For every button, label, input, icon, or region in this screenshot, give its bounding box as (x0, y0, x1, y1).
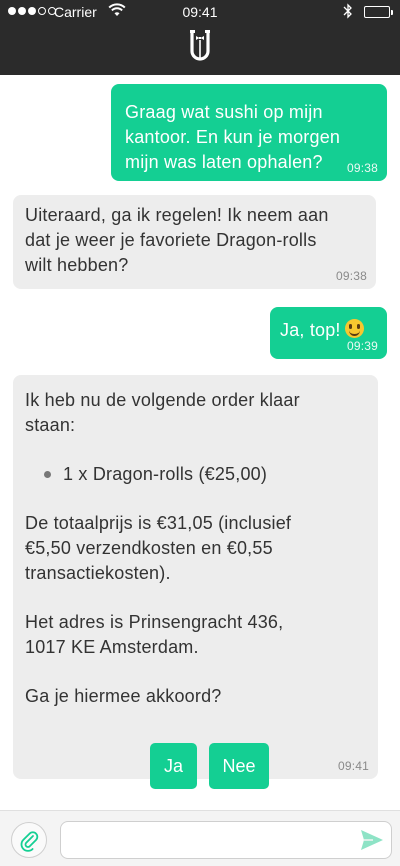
order-question: Ga je hiermee akkoord? (25, 686, 222, 706)
message-text: Graag wat sushi op mijn kantoor. En kun … (125, 102, 341, 172)
status-bar: Carrier 09:41 (0, 0, 400, 24)
bluetooth-icon (343, 3, 352, 19)
order-item: 1 x Dragon-rolls (€25,00) (25, 462, 366, 487)
message-bubble-assistant: Uiteraard, ga ik regelen! Ik neem aan da… (13, 195, 376, 289)
message-text: Ja, top! (280, 320, 341, 340)
order-summary-bubble: Ik heb nu de volgende order klaar staan:… (13, 375, 378, 779)
status-time: 09:41 (182, 4, 218, 20)
message-bubble-user: Graag wat sushi op mijn kantoor. En kun … (111, 84, 387, 181)
quick-reply-no-button[interactable]: Nee (209, 743, 269, 789)
message-composer (0, 810, 400, 866)
quick-reply-yes-button[interactable]: Ja (150, 743, 197, 789)
paperclip-icon (20, 831, 39, 852)
bullet-icon (44, 471, 51, 478)
order-total: De totaalprijs is €31,05 (inclusief €5,5… (25, 513, 292, 583)
battery-icon (364, 6, 393, 18)
message-timestamp: 09:38 (335, 269, 367, 283)
message-timestamp: 09:41 (337, 759, 369, 773)
smiley-emoji-icon (344, 319, 364, 338)
order-item-text: 1 x Dragon-rolls (€25,00) (63, 464, 268, 484)
message-timestamp: 09:39 (346, 339, 378, 353)
order-address: Het adres is Prinsengracht 436, 1017 KE … (25, 612, 284, 657)
order-intro: Ik heb nu de volgende order klaar staan: (25, 390, 300, 435)
message-timestamp: 09:38 (346, 161, 378, 175)
message-text: Uiteraard, ga ik regelen! Ik neem aan da… (25, 205, 329, 275)
attach-button[interactable] (11, 822, 47, 858)
message-input[interactable] (60, 821, 392, 859)
send-icon[interactable] (360, 829, 384, 851)
header-bar: Carrier 09:41 (0, 0, 400, 75)
u-bowtie-logo-icon (190, 30, 210, 61)
message-bubble-user: Ja, top! 09:39 (270, 307, 387, 359)
chat-thread[interactable]: Graag wat sushi op mijn kantoor. En kun … (0, 75, 400, 810)
